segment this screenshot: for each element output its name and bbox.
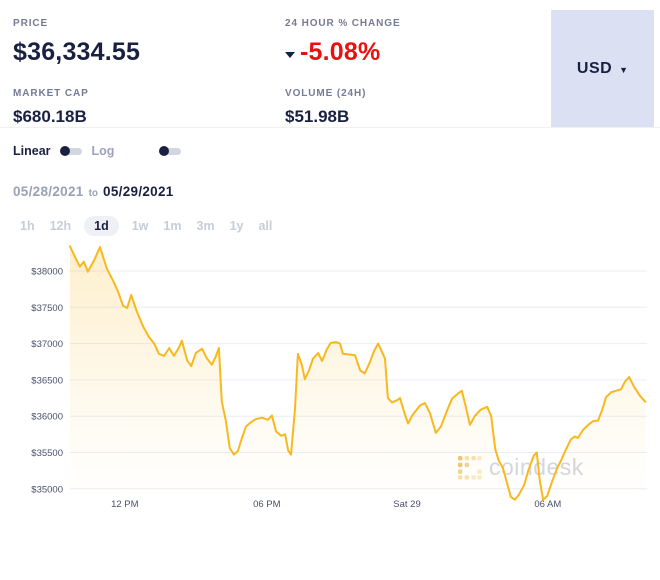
currency-selector[interactable]: USD ▼ bbox=[551, 10, 654, 127]
range-button-1h[interactable]: 1h bbox=[18, 216, 37, 236]
start-date[interactable]: 05/28/2021 bbox=[13, 184, 84, 199]
scale-toggle-row: Linear Log bbox=[13, 143, 191, 159]
y-axis-tick: $36500 bbox=[31, 375, 63, 386]
market-cap-label: MARKET CAP bbox=[13, 88, 89, 99]
header-divider bbox=[0, 127, 660, 128]
date-range-separator: to bbox=[88, 188, 99, 199]
y-axis-tick: $37000 bbox=[31, 339, 63, 350]
price-label: PRICE bbox=[13, 18, 49, 29]
range-button-1y[interactable]: 1y bbox=[228, 216, 246, 236]
currency-selector-value: USD bbox=[576, 59, 613, 77]
y-axis-tick: $35000 bbox=[31, 484, 63, 495]
range-button-1d[interactable]: 1d bbox=[84, 216, 119, 236]
log-label[interactable]: Log bbox=[92, 144, 115, 158]
range-button-12h[interactable]: 12h bbox=[48, 216, 74, 236]
price-area-chart[interactable]: $38000 $37500 $37000 $36500 $36000 $35500 $350… bbox=[0, 245, 660, 520]
toggle-knob bbox=[59, 146, 70, 156]
y-axis-tick: $38000 bbox=[31, 267, 63, 278]
change-value-row: -5.08% bbox=[285, 38, 401, 67]
y-axis-tick: $35500 bbox=[31, 448, 63, 459]
volume-value: $51.98B bbox=[285, 107, 350, 126]
change-value: -5.08% bbox=[300, 38, 381, 66]
coindesk-price-widget: { "header": { "price": {"label": "PRICE"… bbox=[0, 0, 660, 580]
range-button-all[interactable]: all bbox=[256, 216, 274, 236]
linear-log-toggle[interactable] bbox=[59, 146, 82, 156]
y-axis-tick: $37500 bbox=[31, 303, 63, 314]
time-range-buttons: 1h 12h 1d 1w 1m 3m 1y all bbox=[18, 216, 274, 236]
volume-label: VOLUME (24H) bbox=[285, 88, 367, 99]
change-stats-column: 24 HOUR % CHANGE -5.08% VOLUME (24H) $51… bbox=[285, 18, 401, 127]
price-stats-column: PRICE $36,334.55 MARKET CAP $680.18B bbox=[13, 18, 140, 127]
market-cap-value: $680.18B bbox=[13, 107, 87, 126]
range-button-3m[interactable]: 3m bbox=[195, 216, 217, 236]
linear-label[interactable]: Linear bbox=[13, 144, 51, 158]
date-range: 05/28/2021 to 05/29/2021 bbox=[13, 184, 174, 199]
toggle-knob bbox=[159, 146, 170, 156]
price-value: $36,334.55 bbox=[13, 38, 141, 66]
down-triangle-icon bbox=[285, 51, 295, 58]
secondary-toggle[interactable] bbox=[159, 146, 182, 156]
price-chart[interactable]: coindesk $38000$37500$37000$36500$36000$… bbox=[0, 245, 660, 520]
y-axis-tick: $36000 bbox=[31, 412, 63, 423]
chevron-down-icon: ▼ bbox=[619, 64, 629, 75]
range-button-1m[interactable]: 1m bbox=[161, 216, 183, 236]
change-label: 24 HOUR % CHANGE bbox=[285, 18, 401, 29]
range-button-1w[interactable]: 1w bbox=[130, 216, 151, 236]
end-date[interactable]: 05/29/2021 bbox=[103, 184, 174, 199]
